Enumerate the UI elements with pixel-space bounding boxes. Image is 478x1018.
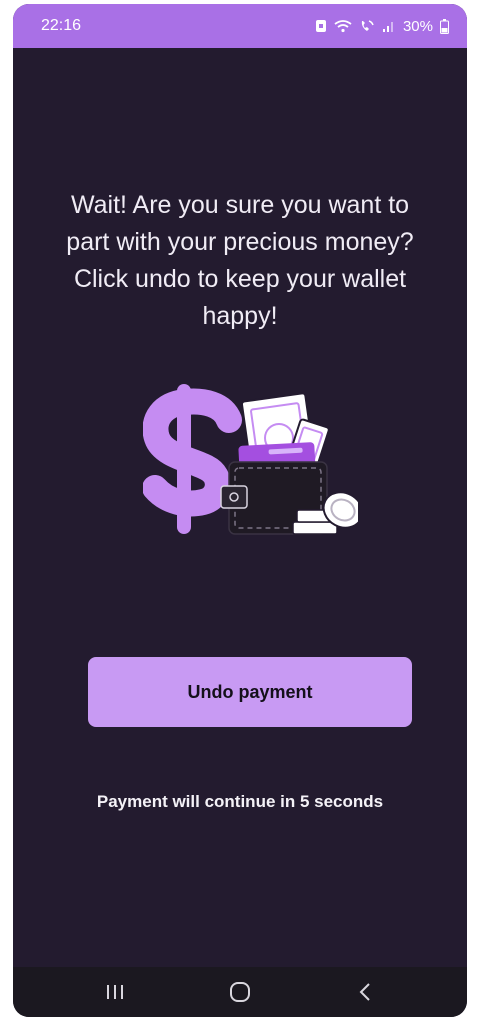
wifi-calling-icon — [359, 17, 375, 35]
wifi-icon — [334, 17, 352, 35]
signal-icon — [382, 17, 396, 35]
status-bar: 22:16 30% — [13, 4, 467, 48]
battery-icon — [440, 17, 449, 35]
undo-payment-button[interactable]: Undo payment — [88, 657, 412, 727]
money-wallet-illustration — [143, 384, 358, 535]
phone-screen: 22:16 30% Wait! Are you sure you want to… — [13, 4, 467, 1017]
battery-percentage: 30% — [402, 17, 433, 35]
recent-apps-button[interactable] — [85, 972, 145, 1012]
recent-apps-icon — [107, 985, 124, 999]
back-button[interactable] — [335, 972, 395, 1012]
back-icon — [359, 983, 370, 1001]
navigation-bar — [13, 967, 467, 1017]
notification-icon — [315, 17, 327, 35]
status-time: 22:16 — [41, 17, 82, 34]
home-button[interactable] — [210, 972, 270, 1012]
status-icons: 30% — [315, 17, 449, 35]
confirmation-message: Wait! Are you sure you want to part with… — [66, 191, 414, 330]
home-icon — [229, 982, 250, 1002]
countdown-text: Payment will continue in 5 seconds — [96, 792, 384, 811]
dollar-sign-icon — [143, 384, 242, 534]
